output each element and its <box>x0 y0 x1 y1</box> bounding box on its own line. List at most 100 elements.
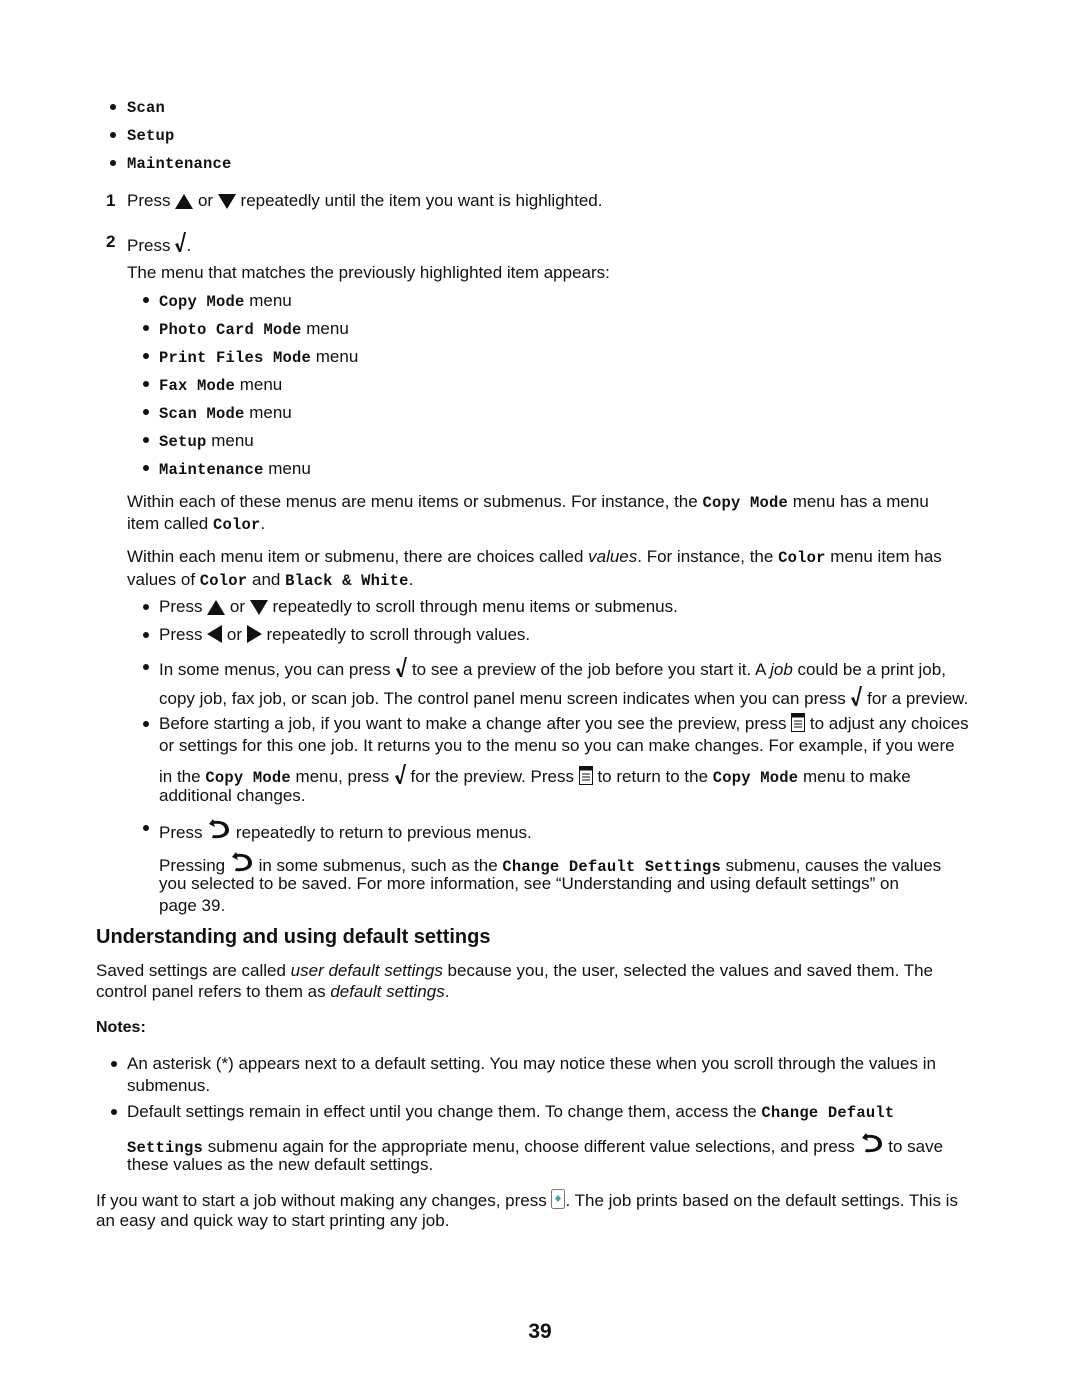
list-item: Scan Mode menu <box>159 402 292 425</box>
text: or <box>197 191 214 210</box>
list-item: Maintenance menu <box>159 458 311 481</box>
list-item: An asterisk (*) appears next to a defaul… <box>127 1054 936 1073</box>
text: or <box>225 597 250 616</box>
bullet <box>110 104 116 110</box>
notes-label: Notes: <box>96 1019 146 1036</box>
step-2-text: Press. <box>127 231 191 257</box>
text: Press <box>159 597 208 616</box>
text: In some menus, you can press <box>159 660 396 679</box>
list-item: Before starting a job, if you want to ma… <box>159 713 969 735</box>
step-1-text: Press or repeatedly until the item you w… <box>127 190 602 212</box>
text-line: Saved settings are called user default s… <box>96 960 933 982</box>
start-button-icon <box>551 1189 566 1209</box>
text: Press <box>127 191 171 210</box>
cross-reference-link[interactable]: page 39. <box>159 895 225 917</box>
text-line: an easy and quick way to start printing … <box>96 1211 450 1230</box>
text: menu <box>301 319 349 338</box>
text: menu <box>206 431 254 450</box>
list-item: Press repeatedly to return to previous m… <box>159 817 532 844</box>
code-text: Color <box>199 572 248 590</box>
menu-name: Maintenance <box>159 461 264 479</box>
menu-name: Fax Mode <box>159 377 236 395</box>
text: repeatedly to scroll through values. <box>261 625 531 644</box>
checkmark-icon <box>394 763 406 785</box>
text: repeatedly to return to previous menus. <box>231 823 532 842</box>
text-line: you selected to be saved. For more infor… <box>159 874 899 893</box>
text: to return to the <box>592 767 713 786</box>
text-line: submenus. <box>127 1076 211 1095</box>
text: control panel refers to them as <box>96 982 331 1001</box>
text: copy job, fax job, or scan job. The cont… <box>159 689 851 708</box>
list-item: Photo Card Mode menu <box>159 318 349 341</box>
list-item: Press or repeatedly to scroll through va… <box>159 624 530 646</box>
text: menu to make <box>798 767 911 786</box>
up-arrow-icon <box>175 194 194 209</box>
text: values of <box>127 570 200 589</box>
text: menu has a menu <box>787 492 929 511</box>
text-line: or settings for this one job. It returns… <box>159 736 955 755</box>
text: menu, press <box>290 767 394 786</box>
bullet <box>143 721 149 727</box>
up-arrow-icon <box>207 600 226 615</box>
checkmark-icon <box>174 231 187 253</box>
text: . <box>260 514 266 533</box>
text: because you, the user, selected the valu… <box>442 961 933 980</box>
menu-intro: The menu that matches the previously hig… <box>127 263 610 282</box>
bullet <box>111 1109 117 1115</box>
list-item: Print Files Mode menu <box>159 346 358 369</box>
text: Within each menu item or submenu, there … <box>127 547 589 566</box>
menu-name: Setup <box>159 433 207 451</box>
list-item: Default settings remain in effect until … <box>127 1101 894 1124</box>
text-line: these values as the new default settings… <box>127 1155 434 1174</box>
text: to see a preview of the job before you s… <box>407 660 771 679</box>
text: menu <box>263 459 311 478</box>
bullet <box>143 437 149 443</box>
text: menu <box>244 291 292 310</box>
text: repeatedly until the item you want is hi… <box>240 191 603 210</box>
bullet <box>143 297 149 303</box>
back-arrow-icon <box>207 817 231 839</box>
text: and <box>247 570 286 589</box>
options-menu-icon <box>791 713 806 732</box>
list-item: Setup menu <box>159 430 254 453</box>
bullet <box>143 604 149 610</box>
menu-name: Scan Mode <box>159 405 245 423</box>
section-heading: Understanding and using default settings <box>96 926 491 948</box>
left-arrow-icon <box>207 625 223 643</box>
code-text: Copy Mode <box>702 494 788 512</box>
menu-name: Photo Card Mode <box>159 321 302 339</box>
bullet <box>143 409 149 415</box>
bullet <box>143 825 149 831</box>
text-line: copy job, fax job, or scan job. The cont… <box>159 685 968 710</box>
list-item: Setup <box>127 127 175 145</box>
bullet <box>110 132 116 138</box>
text: Saved settings are called <box>96 961 291 980</box>
list-item: Fax Mode menu <box>159 374 282 397</box>
list-item: In some menus, you can press to see a pr… <box>159 656 946 681</box>
text-line: Within each menu item or submenu, there … <box>127 546 942 569</box>
code-text: Copy Mode <box>712 769 799 787</box>
bullet <box>143 353 149 359</box>
emphasis: job <box>770 660 793 679</box>
options-menu-icon <box>578 766 593 785</box>
right-arrow-icon <box>246 625 262 643</box>
bullet <box>143 381 149 387</box>
list-item: Scan <box>127 99 166 117</box>
bullet <box>143 465 149 471</box>
text: Default settings remain in effect until … <box>127 1102 762 1121</box>
text: for the preview. Press <box>405 767 579 786</box>
text-line: control panel refers to them as default … <box>96 981 449 1003</box>
text: . <box>186 236 192 255</box>
down-arrow-icon <box>249 600 268 615</box>
text: repeatedly to scroll through menu items … <box>267 597 678 616</box>
step-number: 1 <box>106 191 116 210</box>
text-line: additional changes. <box>159 786 306 805</box>
text: If you want to start a job without makin… <box>96 1191 552 1210</box>
step-number: 2 <box>106 232 116 251</box>
emphasis: values <box>588 547 638 566</box>
text: in the <box>159 767 206 786</box>
page-number: 39 <box>528 1320 552 1343</box>
text: could be a print job, <box>792 660 946 679</box>
bullet <box>111 1061 117 1067</box>
list-item: Maintenance <box>127 155 232 173</box>
